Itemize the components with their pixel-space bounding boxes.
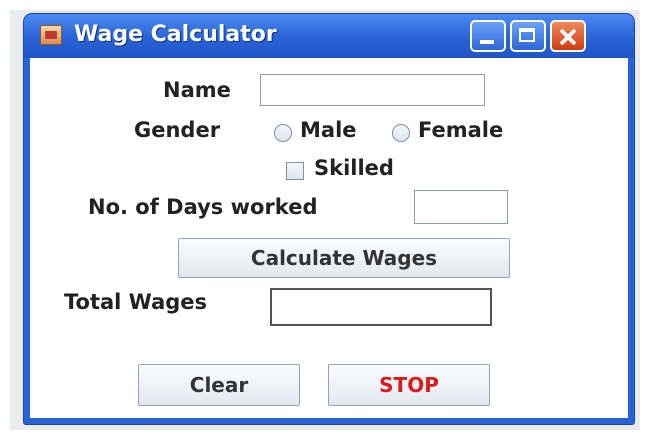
male-radio-label[interactable]: Male — [300, 118, 357, 142]
close-button[interactable] — [550, 20, 586, 52]
days-worked-input[interactable] — [414, 190, 508, 224]
name-label: Name — [163, 78, 231, 102]
name-input[interactable] — [260, 74, 485, 106]
java-app-icon — [40, 25, 62, 45]
calculate-wages-button[interactable]: Calculate Wages — [178, 238, 510, 278]
maximize-button[interactable] — [510, 20, 546, 52]
female-radio[interactable] — [392, 124, 410, 142]
form-panel: Name Gender Male Female Skilled No. of D… — [30, 58, 628, 418]
male-radio[interactable] — [274, 124, 292, 142]
title-bar[interactable]: Wage Calculator — [24, 14, 634, 58]
gender-label: Gender — [134, 118, 221, 142]
total-wages-label: Total Wages — [64, 290, 208, 314]
window-title: Wage Calculator — [74, 22, 277, 47]
total-wages-output — [270, 288, 492, 326]
days-worked-label: No. of Days worked — [88, 195, 318, 219]
skilled-label[interactable]: Skilled — [314, 156, 394, 180]
skilled-checkbox[interactable] — [286, 162, 304, 180]
wage-calculator-window: Wage Calculator Name Gender Male Female … — [24, 14, 634, 424]
stop-button[interactable]: STOP — [328, 364, 490, 406]
female-radio-label[interactable]: Female — [418, 118, 503, 142]
clear-button[interactable]: Clear — [138, 364, 300, 406]
minimize-button[interactable] — [470, 20, 506, 52]
